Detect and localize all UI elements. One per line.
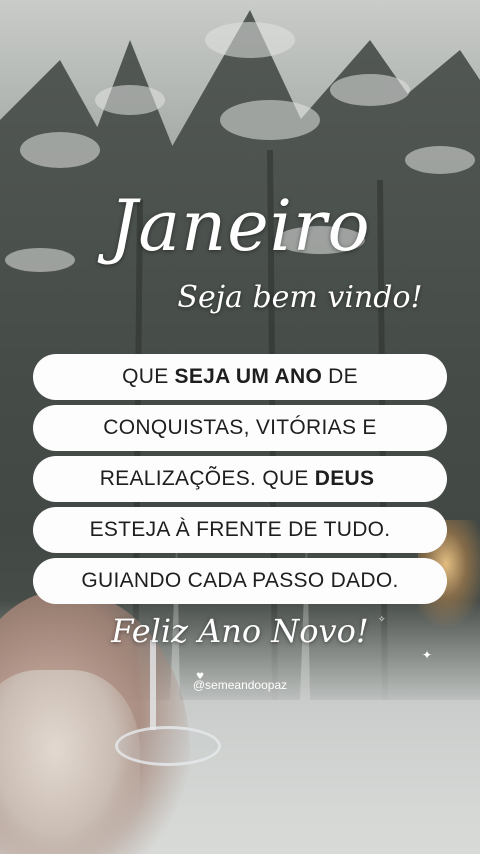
line-bold-text: DEUS <box>314 467 375 490</box>
line-text: QUE <box>122 365 169 388</box>
line-text: ESTEJA À FRENTE DE TUDO. <box>89 518 391 541</box>
title-janeiro: Janeiro <box>109 185 371 267</box>
social-handle: @semeandoopaz <box>192 678 288 692</box>
wine-glass-base <box>115 726 221 766</box>
line-text: CONQUISTAS, VITÓRIAS E <box>103 416 377 439</box>
line-text: REALIZAÇÕES. QUE <box>99 467 309 490</box>
message-line-4: ESTEJA À FRENTE DE TUDO. <box>33 507 447 553</box>
line-bold-text: SEJA UM ANO <box>174 365 323 388</box>
subtitle-welcome: Seja bem vindo! <box>177 280 423 315</box>
sparkle-icon: ✦ <box>422 648 433 662</box>
closing-greeting: Feliz Ano Novo! <box>111 612 369 650</box>
message-line-2: CONQUISTAS, VITÓRIAS E <box>33 405 447 451</box>
message-line-5: GUIANDO CADA PASSO DADO. <box>33 558 447 604</box>
line-text: DE <box>328 365 358 388</box>
sweater-sleeve <box>0 670 140 854</box>
message-line-1: QUE SEJA UM ANO DE <box>33 354 447 400</box>
message-line-3: REALIZAÇÕES. QUE DEUS <box>33 456 447 502</box>
line-text: GUIANDO CADA PASSO DADO. <box>81 569 399 592</box>
